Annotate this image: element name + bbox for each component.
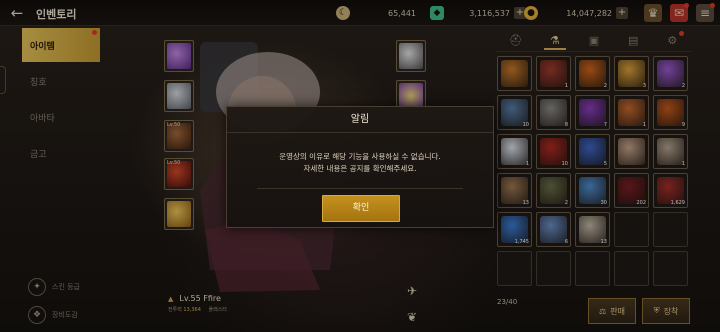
dialog-line-1: 운영상의 이유로 해당 기능을 사용하실 수 없습니다.	[279, 152, 441, 161]
dialog-divider	[257, 188, 463, 189]
dialog-title: 알림	[227, 107, 493, 133]
alert-dialog: 알림 운영상의 이유로 해당 기능을 사용하실 수 없습니다. 자세한 내용은 …	[226, 106, 494, 228]
dialog-line-2: 자세한 내용은 공지를 확인해주세요.	[303, 164, 417, 173]
dialog-message: 운영상의 이유로 해당 기능을 사용하실 수 없습니다. 자세한 내용은 공지를…	[227, 133, 493, 175]
confirm-button[interactable]: 확인	[322, 195, 400, 222]
